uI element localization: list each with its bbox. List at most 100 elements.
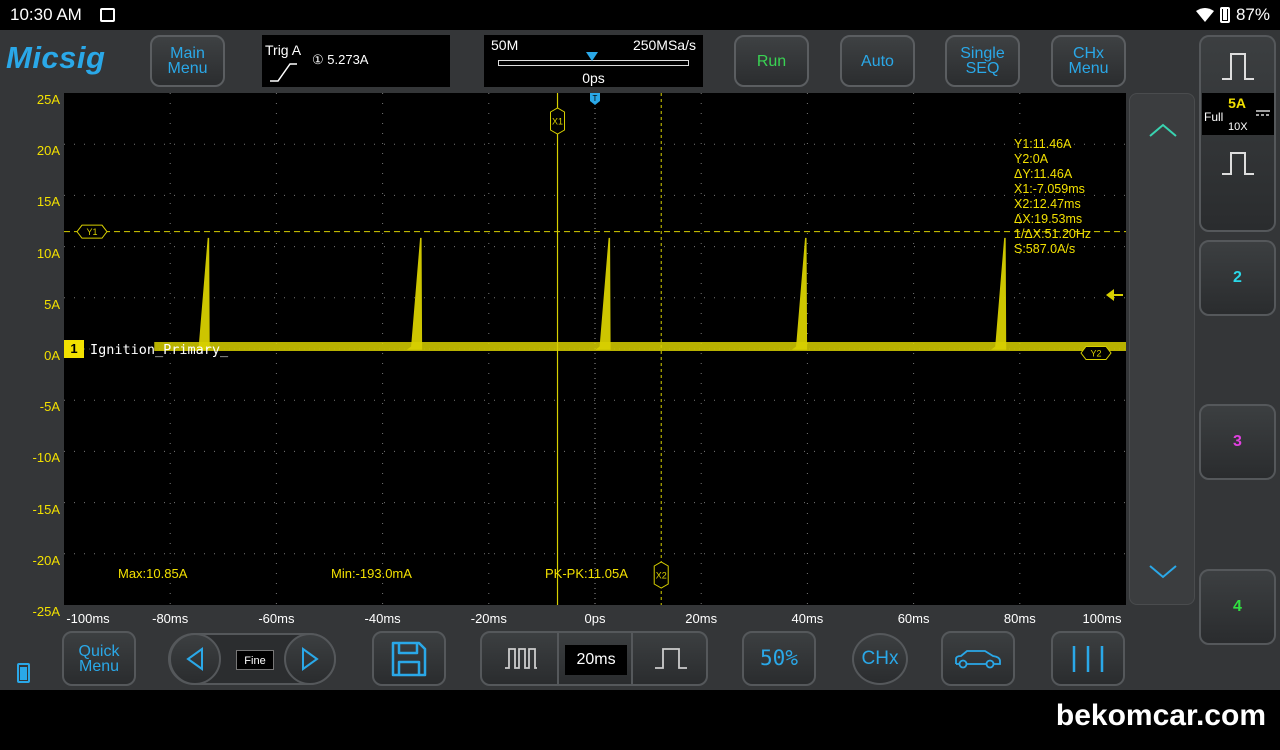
min-measurement: Min:-193.0mA bbox=[331, 566, 412, 581]
x-tick-label: 80ms bbox=[1003, 611, 1036, 626]
quick-menu-button[interactable]: Quick Menu bbox=[62, 631, 136, 686]
x-tick-label: 0ps bbox=[584, 611, 606, 626]
ch3-label: 3 bbox=[1233, 433, 1242, 450]
x-tick-label: -40ms bbox=[364, 611, 401, 626]
memory-depth: 50M bbox=[491, 37, 519, 53]
device-battery-icon bbox=[17, 663, 30, 683]
trace-baseline bbox=[154, 342, 1126, 351]
frequency-readout: 1/ΔX:51.20Hz bbox=[1014, 227, 1092, 241]
display-layout-button[interactable] bbox=[1051, 631, 1125, 686]
car-icon bbox=[955, 649, 1001, 668]
y-tick-label: -20A bbox=[32, 552, 60, 568]
chevron-down-icon[interactable] bbox=[1148, 564, 1178, 580]
ch2-button[interactable]: 2 bbox=[1199, 240, 1276, 316]
divider bbox=[557, 633, 559, 684]
wifi-icon bbox=[1195, 8, 1214, 22]
pulse-icon bbox=[1221, 53, 1254, 80]
x1-cursor-tag-label: X1 bbox=[552, 117, 563, 127]
y-tick-label: 15A bbox=[36, 194, 60, 210]
y-tick-label: -5A bbox=[39, 399, 60, 415]
save-button[interactable] bbox=[372, 631, 446, 686]
pulse-small-icon bbox=[1222, 152, 1254, 175]
horizontal-panel[interactable]: 50M 250MSa/s 0ps bbox=[484, 35, 703, 87]
slope-readout: S:587.0A/s bbox=[1014, 242, 1076, 256]
trigger-title: Trig A bbox=[265, 42, 302, 58]
trace-spike bbox=[991, 237, 1007, 350]
delta-y-readout: ΔY:11.46A bbox=[1014, 167, 1073, 181]
y1-readout: Y1:11.46A bbox=[1014, 137, 1072, 151]
clock: 10:30 AM bbox=[10, 5, 82, 24]
x-tick-label: -100ms bbox=[66, 611, 110, 626]
triangle-right-icon bbox=[302, 647, 319, 671]
x-tick-label: 60ms bbox=[897, 611, 930, 626]
left-arrow-button[interactable] bbox=[169, 633, 221, 685]
trigger-position-marker-icon bbox=[586, 52, 598, 61]
x-tick-label: -60ms bbox=[258, 611, 295, 626]
ch1-bandwidth: Full bbox=[1204, 110, 1224, 124]
ch1-probe: 10X bbox=[1228, 121, 1248, 133]
ch1-settings[interactable]: 5A Full 10X bbox=[1202, 93, 1274, 135]
x-tick-label: -80ms bbox=[152, 611, 189, 626]
status-bar: 10:30 AM 87% bbox=[0, 0, 1280, 30]
x2-readout: X2:12.47ms bbox=[1014, 197, 1081, 211]
chx-menu-button[interactable]: CHx Menu bbox=[1051, 35, 1126, 87]
ch4-button[interactable]: 4 bbox=[1199, 569, 1276, 645]
battery-percent: 87% bbox=[1235, 5, 1270, 24]
main-menu-button[interactable]: Main Menu bbox=[150, 35, 225, 87]
single-seq-button[interactable]: Single SEQ bbox=[945, 35, 1020, 87]
battery-icon bbox=[1219, 7, 1230, 23]
watermark: bekomcar.com bbox=[1055, 699, 1266, 732]
right-arrow-button[interactable] bbox=[284, 633, 336, 685]
dc-coupling-icon bbox=[1256, 110, 1270, 116]
y1-cursor-tag-label: Y1 bbox=[86, 227, 97, 237]
trace-spike bbox=[194, 237, 210, 350]
y-tick-label: 5A bbox=[44, 296, 60, 312]
trigger-level-arrow-icon bbox=[1106, 289, 1114, 302]
ch3-button[interactable]: 3 bbox=[1199, 404, 1276, 480]
floppy-disk-icon bbox=[391, 641, 427, 676]
fifty-percent-button[interactable]: 50% bbox=[742, 631, 816, 686]
gallery-icon bbox=[100, 8, 115, 22]
auto-button[interactable]: Auto bbox=[840, 35, 915, 87]
fine-toggle[interactable]: Fine bbox=[236, 650, 274, 670]
triangle-left-icon bbox=[186, 647, 203, 671]
y2-readout: Y2:0A bbox=[1014, 152, 1049, 166]
y-tick-label: -15A bbox=[32, 501, 60, 517]
max-measurement: Max:10.85A bbox=[118, 566, 188, 581]
y-tick-label: -25A bbox=[32, 604, 60, 619]
x-tick-label: 20ms bbox=[685, 611, 718, 626]
run-button[interactable]: Run bbox=[734, 35, 809, 87]
trace-spike bbox=[791, 237, 808, 350]
chx-button[interactable]: CHx bbox=[852, 633, 908, 685]
trace-spike bbox=[595, 237, 611, 350]
cursor-readout: Y1:11.46A Y2:0A ΔY:11.46A X1:-7.059ms X2… bbox=[1014, 137, 1091, 257]
x-tick-label: 40ms bbox=[791, 611, 824, 626]
vertical-scroll-panel[interactable] bbox=[1129, 93, 1195, 605]
y2-cursor-tag-label: Y2 bbox=[1090, 349, 1101, 359]
zoom-in-pulse-icon[interactable] bbox=[654, 646, 688, 670]
zoom-out-pulses-icon[interactable] bbox=[504, 646, 538, 670]
timebase-value: 20ms bbox=[565, 645, 627, 675]
delta-x-readout: ΔX:19.53ms bbox=[1014, 212, 1083, 226]
x2-cursor-tag-label: X2 bbox=[656, 571, 667, 581]
y-tick-label: 10A bbox=[36, 245, 60, 261]
divider bbox=[631, 633, 633, 684]
y-tick-label: 0A bbox=[44, 348, 60, 363]
trigger-level: ① 5.273A bbox=[312, 52, 369, 67]
oscilloscope-app: 10:30 AM 87% Micsig Main Menu Trig A ① 5… bbox=[0, 0, 1280, 750]
ch2-label: 2 bbox=[1233, 269, 1242, 286]
trigger-panel[interactable]: Trig A ① 5.273A bbox=[262, 35, 450, 87]
trigger-time-marker-label: T bbox=[593, 94, 598, 103]
sample-rate: 250MSa/s bbox=[632, 37, 696, 53]
bars-icon bbox=[1072, 645, 1104, 672]
ch1-ground-marker[interactable]: 1 bbox=[64, 340, 84, 358]
x-tick-label: 100ms bbox=[1082, 611, 1122, 626]
y-tick-label: -10A bbox=[32, 450, 60, 466]
chevron-up-icon[interactable] bbox=[1148, 122, 1178, 138]
x-tick-label: -20ms bbox=[470, 611, 507, 626]
auto-mode-button[interactable] bbox=[941, 631, 1015, 686]
ch1-scale: 5A bbox=[1228, 95, 1246, 111]
rising-edge-icon bbox=[270, 63, 297, 82]
pkpk-measurement: PK-PK:11.05A bbox=[545, 566, 628, 581]
micsig-logo: Micsig bbox=[6, 40, 106, 75]
